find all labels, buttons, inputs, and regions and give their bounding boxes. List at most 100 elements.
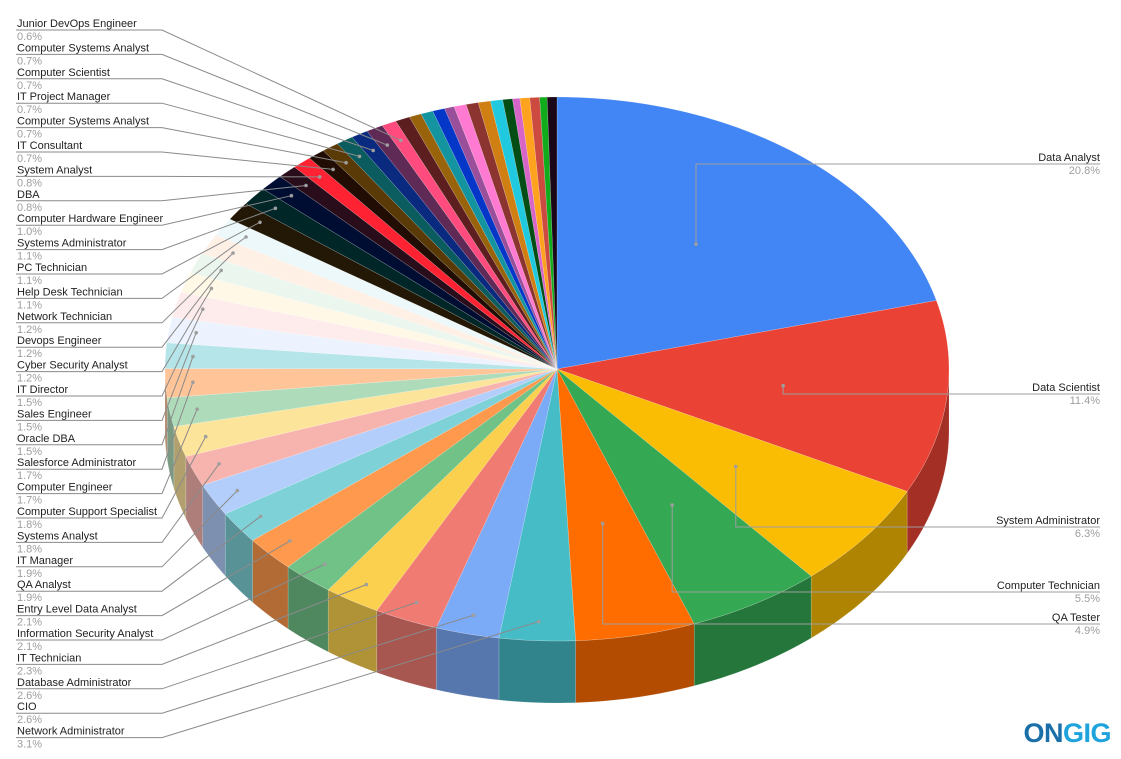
leader-dot (781, 383, 785, 388)
slice-label-value: 1.1% (17, 275, 42, 287)
slice-label-name: Systems Administrator (17, 238, 127, 250)
leader-dot (191, 380, 195, 385)
slice-label-name: Computer Systems Analyst (17, 42, 149, 54)
leader-dot (471, 613, 476, 617)
slice-label-name: Systems Analyst (17, 530, 98, 542)
slice-side-5 (498, 637, 576, 704)
leader-line (16, 175, 320, 178)
slice-label-value: 2.1% (17, 617, 42, 629)
leader-dot (385, 143, 390, 147)
leader-dot (209, 286, 214, 291)
slice-label-value: 6.3% (1075, 528, 1100, 540)
slice-label-name: IT Technician (17, 652, 81, 664)
slice-label-name: Network Technician (17, 311, 112, 323)
slice-label-value: 0.8% (17, 177, 42, 189)
slice-label-value: 1.1% (17, 299, 42, 311)
slice-label-value: 0.7% (17, 104, 42, 116)
slice-label-value: 1.2% (17, 373, 42, 385)
slice-label-value: 3.1% (17, 739, 42, 751)
slice-label-name: DBA (17, 189, 40, 201)
leader-dot (201, 307, 205, 312)
slice-label-name: Computer Hardware Engineer (17, 213, 163, 225)
slice-label-value: 1.1% (17, 251, 42, 263)
slice-label-name: Oracle DBA (17, 433, 76, 445)
slice-side-6 (435, 627, 500, 701)
leader-dot (399, 138, 403, 143)
slice-label-name: IT Project Manager (17, 91, 111, 103)
slice-label-name: QA Tester (1052, 612, 1100, 624)
slice-label-name: Cyber Security Analyst (17, 360, 128, 372)
slice-label-value: 2.3% (17, 665, 42, 677)
slice-label-value: 1.9% (17, 568, 42, 580)
slice-label-name: System Administrator (996, 515, 1100, 527)
slice-label-value: 1.8% (17, 543, 42, 555)
leader-dot (670, 503, 674, 507)
leader-dot (357, 154, 362, 159)
slice-label-name: QA Analyst (17, 579, 71, 591)
slice-label-name: Network Administrator (17, 726, 125, 738)
logo-part-gig: GIG (1062, 718, 1112, 748)
slice-label-value: 1.5% (17, 421, 42, 433)
slice-label-name: Sales Engineer (17, 408, 92, 420)
leader-dot (195, 407, 199, 412)
slice-label-value: 0.8% (17, 202, 42, 214)
leader-dot (344, 160, 348, 165)
slice-label-name: PC Technician (17, 262, 87, 274)
leader-dot (323, 562, 327, 566)
slice-label-value: 1.8% (17, 519, 42, 531)
slice-label-name: Computer Systems Analyst (17, 116, 149, 128)
logo-part-on: ON (1023, 718, 1063, 748)
slice-label-name: CIO (17, 701, 37, 713)
slice-label-value: 1.2% (17, 324, 42, 336)
slice-label-name: Devops Engineer (17, 335, 102, 347)
slice-label-value: 4.9% (1075, 625, 1100, 637)
slice-label-value: 5.5% (1075, 593, 1100, 605)
slice-label-value: 0.7% (17, 153, 42, 165)
leader-dot (414, 600, 419, 605)
slice-label-value: 2.6% (17, 714, 42, 726)
slice-label-value: 0.7% (17, 129, 42, 141)
leader-dot (304, 183, 308, 188)
leader-dot (331, 167, 335, 172)
leader-dot (217, 462, 221, 466)
leader-dot (317, 175, 322, 179)
slice-label-value: 1.0% (17, 226, 42, 238)
slice-label-value: 2.6% (17, 690, 42, 702)
leader-dot (600, 521, 605, 526)
slice-label-name: Data Analyst (1038, 152, 1100, 164)
slice-label-value: 11.4% (1070, 395, 1101, 407)
slice-label-name: System Analyst (17, 164, 92, 176)
slice-label-name: Entry Level Data Analyst (17, 604, 137, 616)
leader-dot (371, 148, 376, 153)
slice-label-name: Salesforce Administrator (17, 457, 137, 469)
leader-dot (694, 242, 698, 246)
leader-dot (235, 488, 240, 493)
slice-label-value: 2.1% (17, 641, 42, 653)
slice-label-value: 1.5% (17, 397, 42, 409)
ongig-logo: ONGIG (1023, 718, 1111, 749)
slice-label-value: 0.7% (17, 80, 42, 92)
slice-label-value: 1.5% (17, 446, 42, 458)
slice-label-name: Help Desk Technician (17, 286, 123, 298)
slice-label-name: Computer Technician (997, 580, 1100, 592)
leader-dot (194, 330, 198, 335)
leader-dot (364, 582, 369, 587)
leader-dot (258, 514, 263, 519)
leader-dot (219, 268, 223, 273)
slice-label-value: 20.8% (1069, 165, 1100, 177)
leader-dot (536, 619, 541, 624)
slice-label-name: IT Manager (17, 555, 73, 567)
pie-chart: Data Analyst20.8% Data Scientist11.4% Syst… (16, 18, 1101, 751)
slice-label-name: Data Scientist (1032, 382, 1100, 394)
leader-dot (231, 251, 235, 255)
leader-dot (273, 206, 278, 211)
slice-label-name: Computer Support Specialist (17, 506, 157, 518)
slice-label-name: Computer Engineer (17, 482, 113, 494)
leader-dot (203, 434, 208, 439)
leader-dot (734, 464, 738, 469)
slice-label-value: 1.7% (17, 495, 42, 507)
leader-dot (191, 354, 195, 359)
slice-label-value: 1.7% (17, 470, 42, 482)
leader-dot (258, 220, 262, 225)
slice-label-name: IT Director (17, 384, 68, 396)
